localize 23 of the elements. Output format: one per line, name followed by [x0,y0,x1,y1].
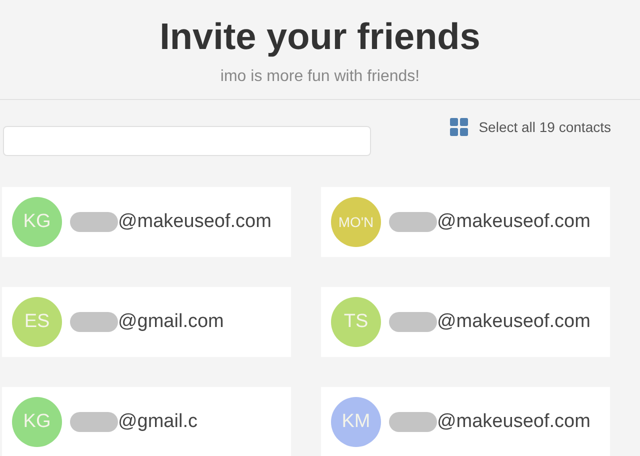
contact-email: @gmail.com [118,311,224,333]
search-field[interactable] [3,126,371,156]
contact-card[interactable]: KG @gmail.c [2,387,291,456]
grid-icon[interactable] [450,118,468,136]
contact-avatar: KG [12,197,62,247]
contact-avatar: KM [331,397,381,447]
contact-email: @makeuseof.com [437,311,590,333]
contact-avatar: KG [12,397,62,447]
contact-avatar: TS [331,297,381,347]
contact-email: @gmail.c [118,411,198,433]
contact-card[interactable]: ES @gmail.com [2,287,291,357]
contact-card[interactable]: KM @makeuseof.com [321,387,610,456]
contact-card[interactable]: TS @makeuseof.com [321,287,610,357]
page-title: Invite your friends [158,15,482,59]
contact-email: @makeuseof.com [437,411,590,433]
page-subtitle: imo is more fun with friends! [219,67,421,87]
contact-card[interactable]: MO'N @makeuseof.com [321,187,610,257]
contact-email: @makeuseof.com [437,211,590,233]
contact-avatar: ES [12,297,62,347]
contact-card[interactable]: KG @makeuseof.com [2,187,291,257]
contact-avatar: MO'N [331,197,381,247]
contact-email: @makeuseof.com [118,211,272,233]
select-all-link[interactable]: Select all 19 contacts [478,119,611,135]
